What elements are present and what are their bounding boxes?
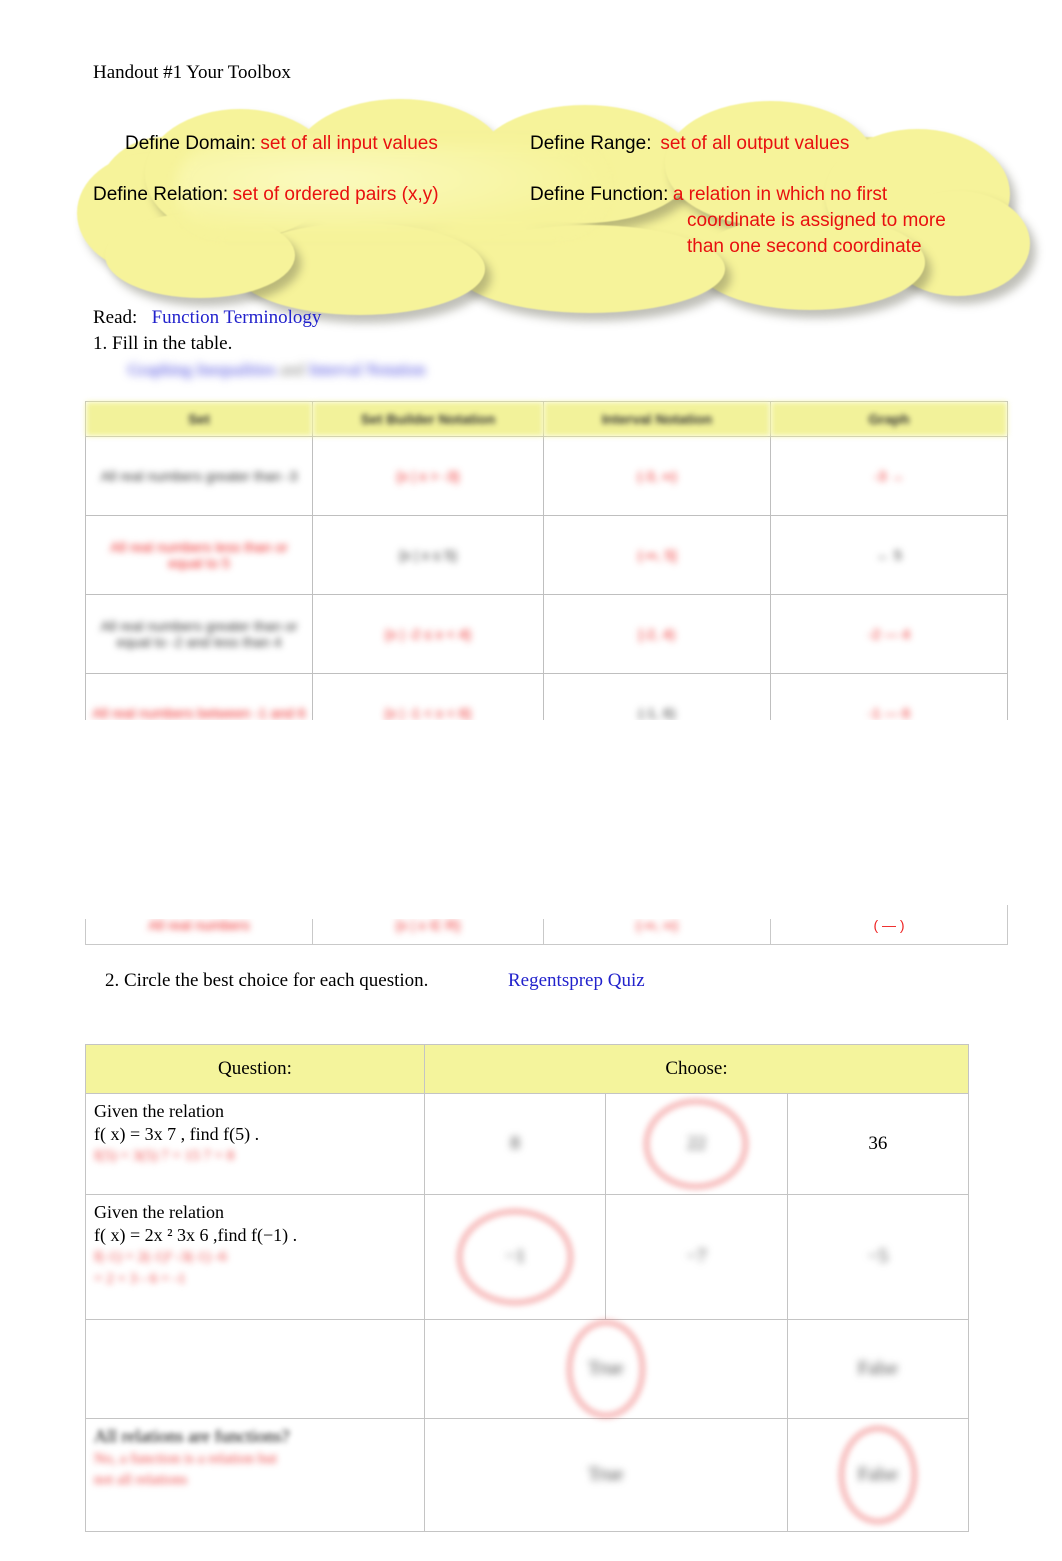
multiple-choice-table: Question: Choose: Given the relation f( … bbox=[85, 1044, 970, 1532]
table1-cell-builder: {x | x ≤ 5} bbox=[312, 515, 544, 595]
question-cell bbox=[85, 1319, 425, 1419]
table-row: Given the relation f( x) = 2x ² 3x 6 ,fi… bbox=[85, 1194, 970, 1320]
definition-range-label: Define Range: bbox=[530, 133, 652, 154]
choice-option[interactable]: True bbox=[424, 1418, 788, 1532]
definition-relation-label: Define Relation: bbox=[93, 184, 229, 205]
table-row: True False bbox=[85, 1319, 970, 1419]
choice-option[interactable]: 8 bbox=[423, 1093, 607, 1195]
regentsprep-quiz-link[interactable]: Regentsprep Quiz bbox=[508, 970, 645, 992]
table-row: All relations are functions? No, a funct… bbox=[85, 1418, 970, 1532]
definition-relation-answer: set of ordered pairs (x,y) bbox=[232, 184, 439, 205]
choice-label: 22 bbox=[686, 1133, 706, 1154]
choice-option[interactable]: False bbox=[786, 1319, 970, 1419]
choice-label: −5 bbox=[867, 1246, 888, 1267]
definition-function-label: Define Function: bbox=[530, 184, 669, 205]
page-title: Handout #1 Your Toolbox bbox=[93, 62, 291, 83]
table1-cell-set: All real numbers greater than -3 bbox=[85, 436, 313, 516]
question-cell: Given the relation f( x) = 2x ² 3x 6 ,fi… bbox=[85, 1194, 425, 1320]
question-line2: f( x) = 2x ² 3x 6 ,find f(−1) . bbox=[94, 1224, 298, 1245]
table-row: All real numbers less than or equal to 5… bbox=[85, 515, 1008, 595]
choice-option[interactable]: −7 bbox=[605, 1194, 788, 1320]
fill-in-table-continuation: All real numbers {x | x ∈ R} (-∞, ∞) ( —… bbox=[85, 905, 1008, 945]
table1-cell-interval: [-2, 4) bbox=[543, 594, 771, 674]
question-cell: All relations are functions? No, a funct… bbox=[85, 1418, 425, 1532]
choice-label: False bbox=[857, 1464, 898, 1485]
sublink-right[interactable]: Interval Notation bbox=[309, 360, 426, 379]
student-work-line2: not all relations bbox=[94, 1472, 188, 1488]
choice-label: True bbox=[588, 1464, 624, 1485]
choice-label: False bbox=[857, 1358, 898, 1379]
step1-sublinks[interactable]: Graphing Inequalities and Interval Notat… bbox=[128, 360, 560, 382]
table1-cell-builder: {x | x > -3} bbox=[312, 436, 544, 516]
read-line: Read: Function Terminology bbox=[93, 307, 321, 329]
table-row: All real numbers greater than or equal t… bbox=[85, 594, 1008, 674]
table1-cell-set: All real numbers greater than or equal t… bbox=[85, 594, 313, 674]
student-work: f(5) = 3(5) 7 = 15 7 = 8 bbox=[94, 1148, 235, 1164]
table1-header-graph: Graph bbox=[770, 401, 1008, 437]
definition-function: Define Function: a relation in which no … bbox=[530, 184, 887, 206]
table1-header-builder: Set Builder Notation bbox=[312, 401, 544, 437]
choice-label: 8 bbox=[510, 1133, 520, 1154]
table1-cell-graph: ← 5 bbox=[770, 515, 1008, 595]
table-row: All real numbers greater than -3 {x | x … bbox=[85, 436, 1008, 516]
definition-range: Define Range: set of all output values bbox=[530, 133, 849, 155]
definition-relation: Define Relation: set of ordered pairs (x… bbox=[93, 184, 439, 206]
table-header-row: Question: Choose: bbox=[85, 1044, 969, 1094]
student-work-line2: = 2 + 3 - 6 = -1 bbox=[94, 1270, 186, 1287]
question-line2: f( x) = 3x 7 , find f(5) . bbox=[94, 1123, 260, 1144]
table1-cell-interval: (-∞, 5] bbox=[543, 515, 771, 595]
question-line1: Given the relation bbox=[94, 1202, 224, 1222]
table1-header-set: Set bbox=[85, 401, 313, 437]
step2-instruction: 2. Circle the best choice for each quest… bbox=[105, 970, 429, 991]
fill-in-table: Set Set Builder Notation Interval Notati… bbox=[85, 401, 1008, 753]
choice-option[interactable]: −5 bbox=[786, 1194, 970, 1320]
choice-option[interactable]: True bbox=[424, 1319, 788, 1419]
student-work-line1: No, a function is a relation but bbox=[94, 1450, 277, 1467]
table2-header-question: Question: bbox=[85, 1044, 425, 1094]
table1-cell-graph: -2 — 4 bbox=[770, 594, 1008, 674]
sublink-conjunction: and bbox=[280, 360, 305, 379]
definition-function-answer-line1: a relation in which no first bbox=[672, 184, 888, 205]
step1-instruction: 1. Fill in the table. bbox=[93, 333, 233, 354]
read-label: Read: bbox=[93, 307, 138, 328]
definition-range-answer: set of all output values bbox=[660, 133, 850, 154]
table1-cell-graph: -3 → bbox=[770, 436, 1008, 516]
choice-option[interactable]: False bbox=[786, 1418, 970, 1532]
table1-header-interval: Interval Notation bbox=[543, 401, 771, 437]
sublink-left[interactable]: Graphing Inequalities bbox=[128, 360, 276, 379]
choice-label: −1 bbox=[505, 1246, 526, 1267]
question-line1: Given the relation bbox=[94, 1101, 224, 1121]
question-line1: All relations are functions? bbox=[94, 1426, 290, 1446]
definition-function-answer-line2: coordinate is assigned to more bbox=[687, 210, 946, 231]
student-work-line1: f(-1) = 2(-1)² -3(-1) -6 bbox=[94, 1249, 227, 1265]
definition-function-answer-line3: than one second coordinate bbox=[687, 236, 922, 257]
table1-cell-set: All real numbers less than or equal to 5 bbox=[85, 515, 313, 595]
table2-header-choose: Choose: bbox=[424, 1044, 969, 1094]
choice-option[interactable]: 22 bbox=[605, 1093, 788, 1195]
definitions-callout: Define Domain: set of all input values D… bbox=[55, 95, 1030, 315]
question-cell: Given the relation f( x) = 3x 7 , find f… bbox=[85, 1093, 425, 1195]
table-header-row: Set Set Builder Notation Interval Notati… bbox=[85, 401, 1008, 437]
page-break-gap bbox=[0, 720, 1062, 905]
choice-label: 36 bbox=[868, 1133, 888, 1154]
table-row: Given the relation f( x) = 3x 7 , find f… bbox=[85, 1093, 970, 1195]
choice-option[interactable]: 36 bbox=[786, 1093, 970, 1195]
definition-domain: Define Domain: set of all input values bbox=[125, 133, 438, 155]
function-terminology-link[interactable]: Function Terminology bbox=[152, 307, 322, 328]
choice-option[interactable]: −1 bbox=[423, 1194, 607, 1320]
table1-cell-interval: (-3, ∞) bbox=[543, 436, 771, 516]
definition-domain-answer: set of all input values bbox=[260, 133, 438, 154]
definition-domain-label: Define Domain: bbox=[125, 133, 256, 154]
choice-label: True bbox=[588, 1358, 624, 1379]
table1-cell-builder: {x | -2 ≤ x < 4} bbox=[312, 594, 544, 674]
choice-label: −7 bbox=[686, 1246, 707, 1267]
continuation-mask bbox=[85, 905, 1007, 919]
